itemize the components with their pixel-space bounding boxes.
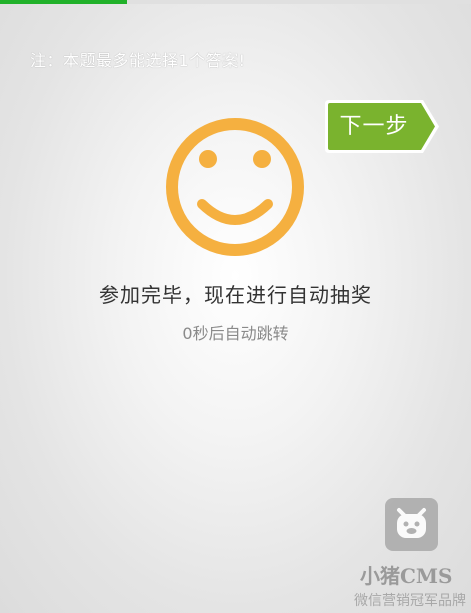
watermark-slogan: 微信营销冠军品牌 xyxy=(354,593,466,609)
completion-title: 参加完毕，现在进行自动抽奖 xyxy=(99,283,372,307)
selection-notice: 注：本题最多能选择1个答案! xyxy=(30,51,246,70)
redirect-countdown: 0秒后自动跳转 xyxy=(182,324,289,343)
progress-bar xyxy=(0,0,471,4)
next-step-button[interactable]: 下一步 xyxy=(325,100,440,153)
next-step-label: 下一步 xyxy=(339,114,409,139)
pig-face-icon xyxy=(385,498,438,551)
smiley-face-icon xyxy=(164,116,306,258)
progress-bar-fill xyxy=(0,0,128,4)
watermark-brand: 小猪CMS xyxy=(360,564,453,588)
